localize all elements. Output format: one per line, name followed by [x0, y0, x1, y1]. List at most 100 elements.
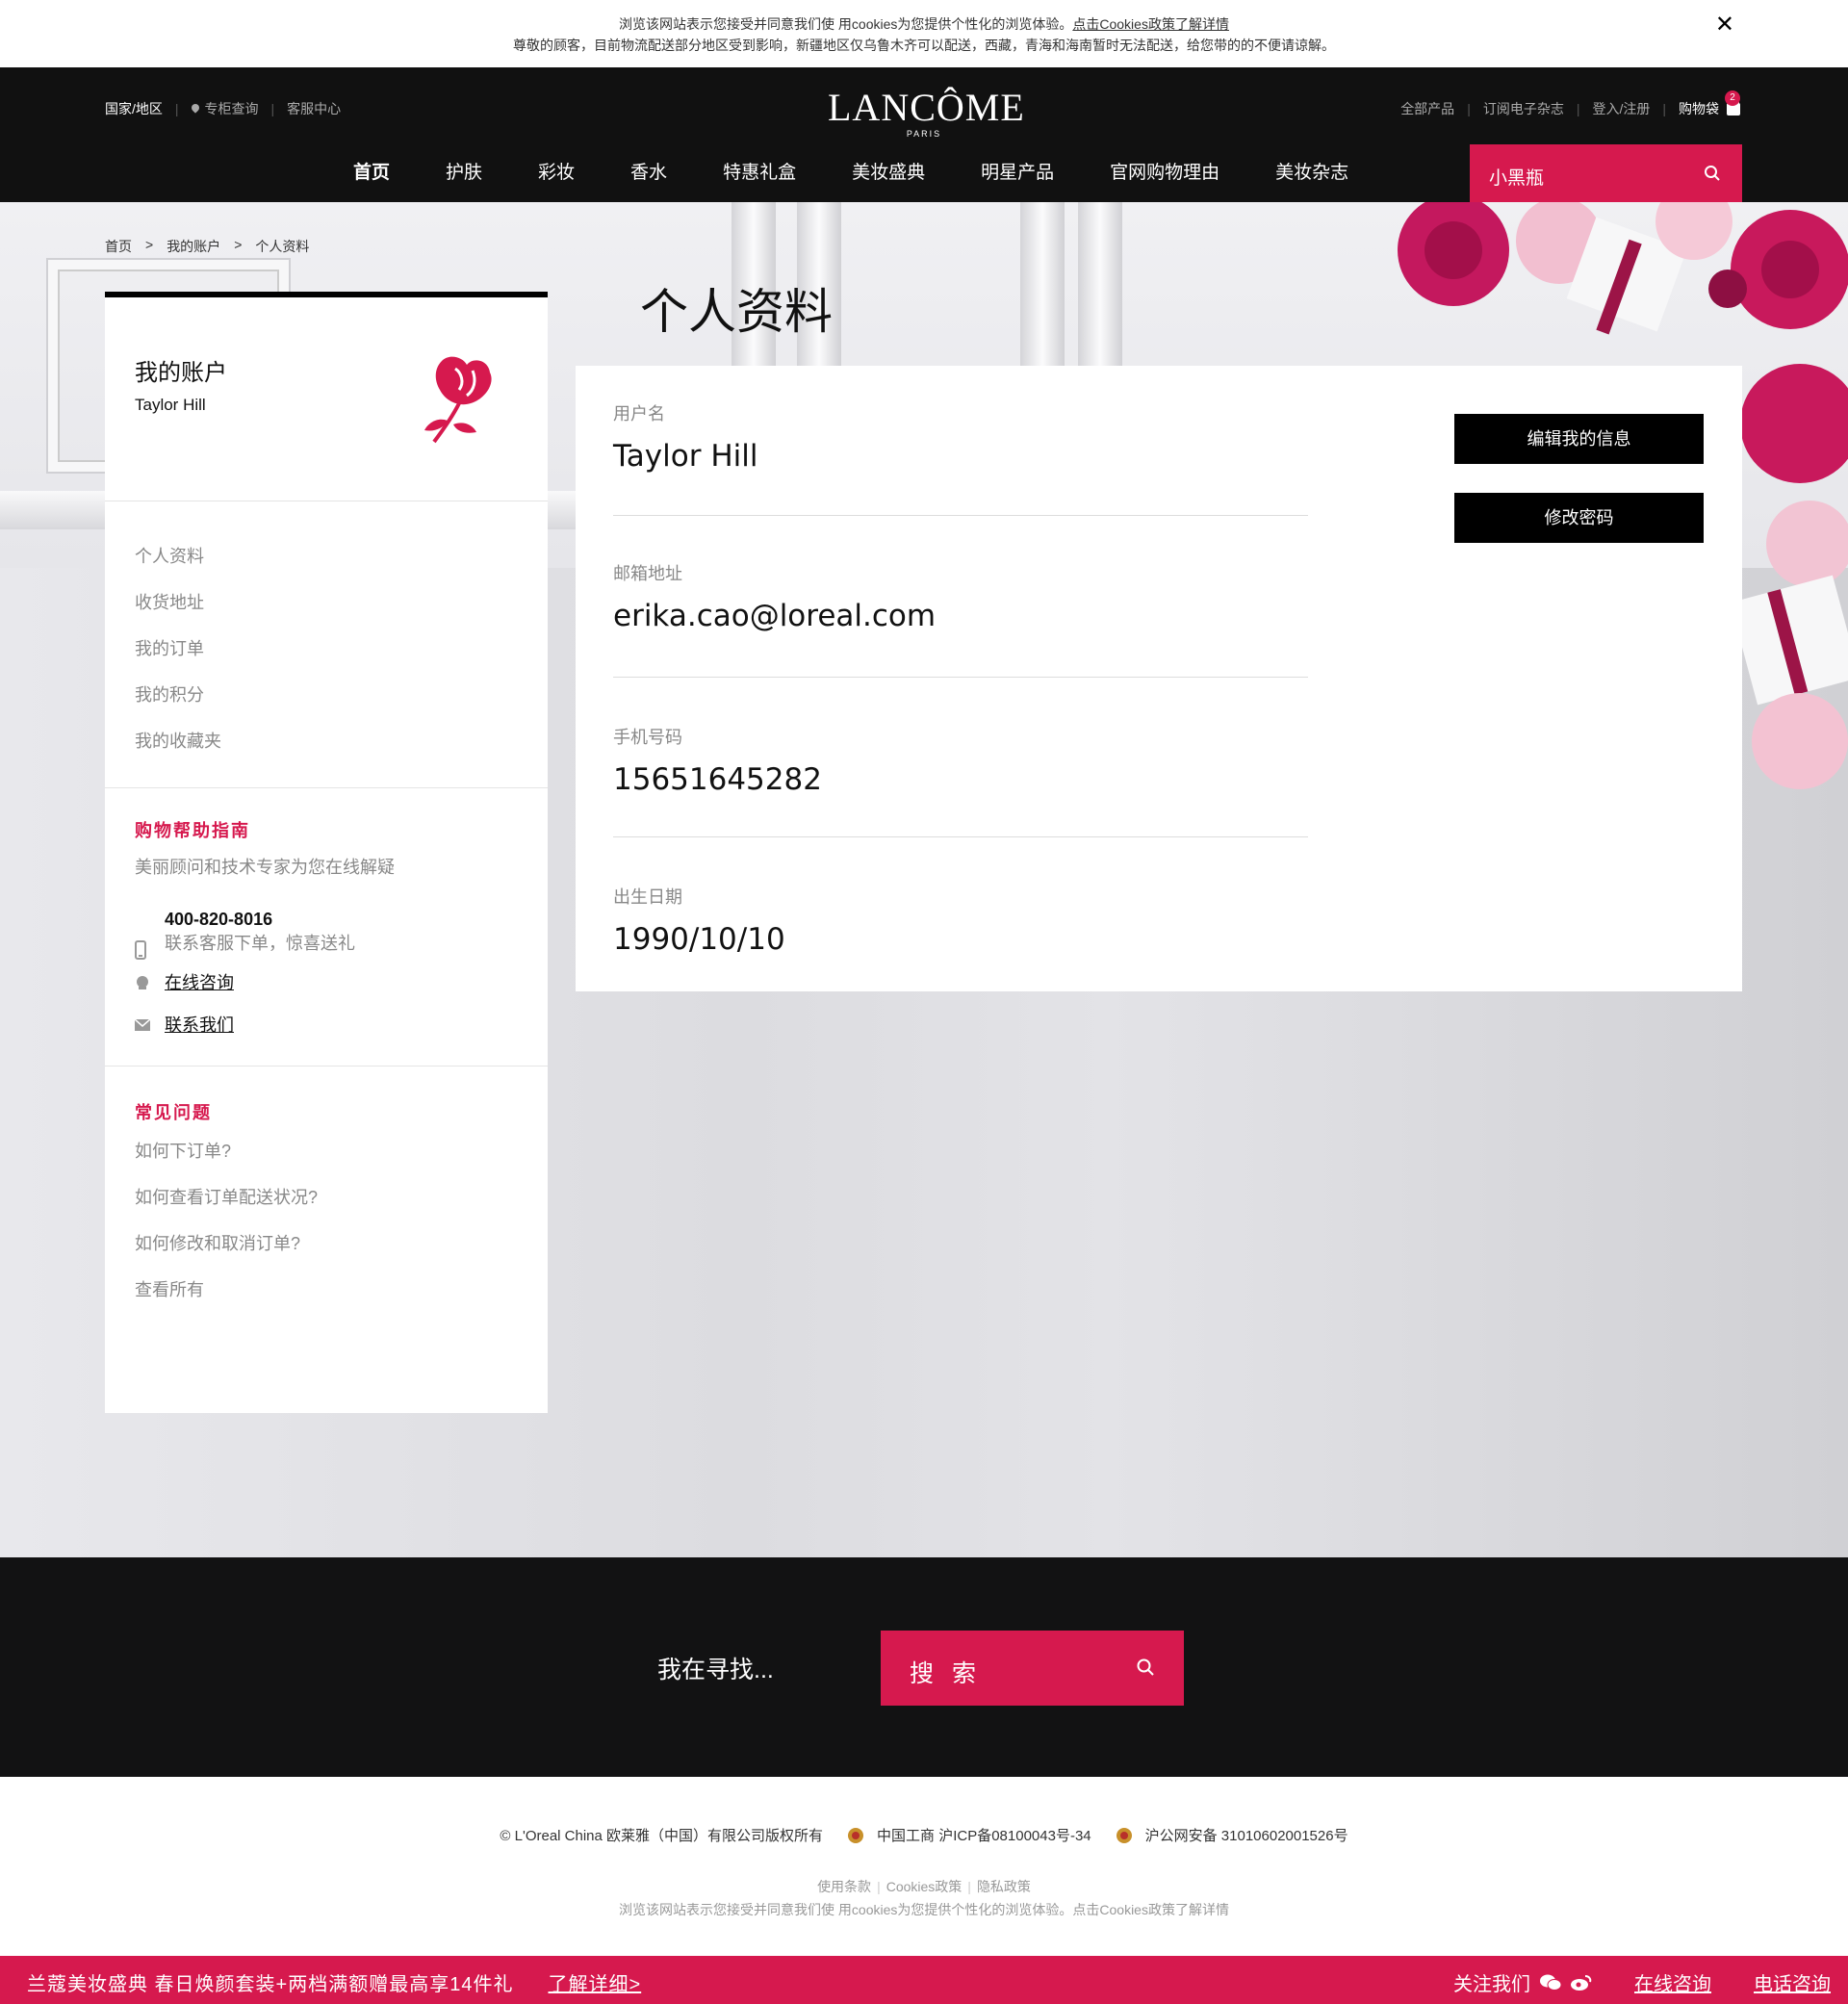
field-value: erika.cao@loreal.com	[613, 599, 937, 633]
customer-service-link[interactable]: 客服中心	[287, 99, 341, 118]
contact-us-link[interactable]: 联系我们	[165, 1015, 234, 1035]
footer-search-label: 我在寻找...	[657, 1657, 774, 1683]
divider: |	[270, 101, 275, 116]
divider: |	[1576, 101, 1580, 116]
field-label: 邮箱地址	[613, 564, 682, 583]
main-content: 首页 > 我的账户 > 个人资料 我的账户 Taylor Hill 个人资料 收…	[0, 202, 1848, 1557]
faq-title: 常见问题	[135, 1103, 212, 1122]
email-field: 邮箱地址 erika.cao@loreal.com	[613, 562, 1308, 678]
menu-favorites[interactable]: 我的收藏夹	[135, 718, 518, 764]
edit-info-button[interactable]: 编辑我的信息	[1454, 414, 1704, 464]
wechat-icon[interactable]	[1540, 1974, 1561, 1991]
cookies-policy-link[interactable]: Cookies政策	[886, 1879, 962, 1894]
breadcrumb-separator: >	[234, 237, 243, 252]
nav-magazine[interactable]: 美妆杂志	[1247, 144, 1376, 202]
nav-home[interactable]: 首页	[325, 144, 418, 202]
field-label: 手机号码	[613, 728, 682, 747]
divider: |	[174, 101, 179, 116]
location-pin-icon	[192, 104, 199, 115]
all-products-link[interactable]: 全部产品	[1400, 99, 1454, 118]
footer-search: 我在寻找... 搜 索	[0, 1557, 1848, 1777]
divider: |	[877, 1879, 881, 1894]
country-region-link[interactable]: 国家/地区	[105, 99, 163, 118]
account-menu: 个人资料 收货地址 我的订单 我的积分 我的收藏夹	[105, 501, 548, 788]
divider: |	[1467, 101, 1471, 116]
username-field: 用户名 Taylor Hill	[613, 402, 1308, 516]
divider: |	[1662, 101, 1666, 116]
privacy-policy-link[interactable]: 隐私政策	[977, 1879, 1031, 1894]
utility-links-left: 国家/地区 | 专柜查询 | 客服中心	[105, 99, 341, 118]
logo-wordmark: LANCÔME	[828, 86, 1025, 129]
breadcrumb: 首页 > 我的账户 > 个人资料	[105, 237, 309, 256]
nav-gift-sets[interactable]: 特惠礼盒	[695, 144, 824, 202]
footer-search-button[interactable]: 搜 索	[881, 1631, 1184, 1706]
faq-view-all[interactable]: 查看所有	[135, 1267, 518, 1313]
cookie-message: 浏览该网站表示您接受并同意我们使 用cookies为您提供个性化的浏览体验。点击…	[619, 16, 1229, 32]
store-locator-link[interactable]: 专柜查询	[205, 99, 259, 118]
nav-why-shop[interactable]: 官网购物理由	[1082, 144, 1247, 202]
breadcrumb-my-account[interactable]: 我的账户	[167, 237, 220, 256]
phone-field: 手机号码 15651645282	[613, 726, 1308, 837]
help-title: 购物帮助指南	[135, 821, 250, 840]
copyright-text: © L'Oreal China 欧莱雅（中国）有限公司版权所有	[500, 1828, 824, 1844]
close-icon[interactable]: ✕	[1715, 12, 1734, 39]
page-title: 个人资料	[640, 285, 833, 339]
icp-link[interactable]: 中国工商 沪ICP备08100043号-34	[877, 1825, 1091, 1845]
menu-addresses[interactable]: 收货地址	[135, 579, 518, 626]
promo-right: 关注我们 在线咨询 电话咨询	[1453, 1968, 1831, 1996]
field-value: 1990/10/10	[613, 922, 785, 957]
promo-text: 兰蔻美妆盛典 春日焕颜套装+两档满额赠最高享14件礼	[27, 1974, 514, 1995]
footer-cookie-note: 浏览该网站表示您接受并同意我们使 用cookies为您提供个性化的浏览体验。点击…	[619, 1902, 1229, 1917]
breadcrumb-current: 个人资料	[255, 239, 310, 254]
breadcrumb-separator: >	[145, 237, 154, 252]
nav-fragrance[interactable]: 香水	[603, 144, 695, 202]
phone-contact: 400-820-8016 联系客服下单，惊喜送礼	[135, 908, 518, 960]
weibo-icon[interactable]	[1571, 1974, 1592, 1991]
header-search-input[interactable]: 小黑瓶	[1470, 144, 1742, 202]
promo-details-link[interactable]: 了解详细>	[548, 1974, 641, 1995]
change-password-button[interactable]: 修改密码	[1454, 493, 1704, 543]
profile-card: 用户名 Taylor Hill 邮箱地址 erika.cao@loreal.co…	[576, 366, 1742, 991]
faq-item[interactable]: 如何查看订单配送状况?	[135, 1174, 518, 1220]
faq-section: 常见问题 如何下订单? 如何查看订单配送状况? 如何修改和取消订单? 查看所有	[105, 1066, 548, 1313]
birthday-field: 出生日期 1990/10/10	[613, 886, 1308, 959]
menu-profile[interactable]: 个人资料	[135, 533, 518, 579]
cookie-policy-link[interactable]: 点击Cookies政策了解详情	[1072, 16, 1229, 32]
police-badge-icon	[1116, 1827, 1132, 1843]
nav-beauty-festival[interactable]: 美妆盛典	[824, 144, 953, 202]
nav-star-products[interactable]: 明星产品	[953, 144, 1082, 202]
search-icon[interactable]	[1704, 165, 1721, 182]
phone-number[interactable]: 400-820-8016	[165, 908, 518, 931]
contact-us-row: 联系我们	[135, 1014, 518, 1037]
menu-points[interactable]: 我的积分	[135, 672, 518, 718]
rose-logo-icon	[424, 356, 492, 444]
promo-bar: 兰蔻美妆盛典 春日焕颜套装+两档满额赠最高享14件礼 了解详细> 关注我们 在线咨…	[0, 1956, 1848, 2004]
terms-link[interactable]: 使用条款	[817, 1879, 871, 1894]
mail-icon	[135, 1019, 150, 1031]
shopping-help: 购物帮助指南 美丽顾问和技术专家为您在线解疑 400-820-8016 联系客服…	[105, 788, 548, 1066]
phone-icon	[135, 940, 146, 960]
login-register-link[interactable]: 登入/注册	[1592, 99, 1650, 118]
phone-consult-link[interactable]: 电话咨询	[1754, 1968, 1831, 1996]
footer-links: 使用条款 | Cookies政策 | 隐私政策	[0, 1877, 1848, 1896]
field-value: 15651645282	[613, 762, 822, 797]
faq-item[interactable]: 如何修改和取消订单?	[135, 1220, 518, 1267]
newsletter-link[interactable]: 订阅电子杂志	[1483, 99, 1564, 118]
shopping-bag-link[interactable]: 购物袋	[1679, 99, 1719, 118]
menu-orders[interactable]: 我的订单	[135, 626, 518, 672]
online-consult-link[interactable]: 在线咨询	[165, 973, 234, 992]
footer-legal: © L'Oreal China 欧莱雅（中国）有限公司版权所有 中国工商 沪IC…	[0, 1777, 1848, 1956]
nav-skincare[interactable]: 护肤	[418, 144, 510, 202]
security-record-link[interactable]: 沪公网安备 31010602001526号	[1145, 1825, 1348, 1845]
lancome-logo[interactable]: LANCÔME PARIS	[828, 86, 1025, 140]
logo-subtitle: PARIS	[906, 129, 942, 139]
site-header: 国家/地区 | 专柜查询 | 客服中心 LANCÔME PARIS 全部产品 |…	[0, 67, 1848, 202]
utility-links-right: 全部产品 | 订阅电子杂志 | 登入/注册 | 购物袋	[1400, 96, 1740, 118]
nav-makeup[interactable]: 彩妆	[510, 144, 603, 202]
footer-search-text: 搜 索	[910, 1660, 982, 1687]
shipping-notice: 尊敬的顾客，目前物流配送部分地区受到影响，新疆地区仅乌鲁木齐可以配送，西藏，青海…	[513, 38, 1335, 53]
faq-item[interactable]: 如何下订单?	[135, 1128, 518, 1174]
online-consult-link[interactable]: 在线咨询	[1634, 1968, 1711, 1996]
breadcrumb-home[interactable]: 首页	[105, 237, 132, 256]
pillar-decoration	[1020, 202, 1065, 366]
